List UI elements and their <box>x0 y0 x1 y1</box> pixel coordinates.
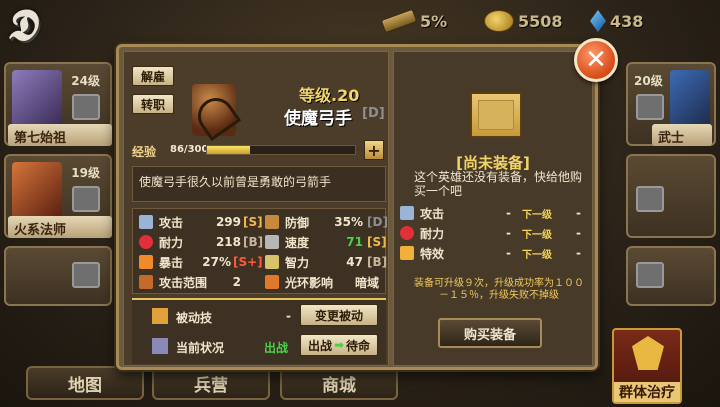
hero-name: 使魔弓手 <box>284 109 352 129</box>
boot-icon <box>265 235 279 249</box>
equipment-slot[interactable] <box>470 92 522 138</box>
status-value: 出战 <box>264 341 289 355</box>
deploy-standby-button[interactable]: 出战 ➡ 待命 <box>300 334 378 356</box>
stat-speed: 速度 71 [S] <box>265 233 387 251</box>
hero-portrait <box>12 162 62 218</box>
gold-resource: 5508 <box>484 8 563 34</box>
hero-grade: [D] <box>362 106 385 121</box>
nav-barracks[interactable]: 兵营 <box>152 366 270 400</box>
exp-bar <box>206 145 356 155</box>
hero-detail-modal: 解雇 转职 等级.20 使魔弓手 [D] 经验 86/300 + 使魔弓手很久以… <box>116 44 598 370</box>
equip-stat-effect: 特效 - 下一级 - <box>400 244 588 262</box>
exp-bar-fill <box>207 146 250 154</box>
equipment-description: 这个英雄还没有装备，快给他购买一个吧 <box>414 170 583 198</box>
add-exp-button[interactable]: + <box>364 140 384 160</box>
stat-range: 攻击范围 2 <box>139 273 259 291</box>
hero-level: 20级 <box>634 74 663 88</box>
close-icon[interactable]: ✕ <box>574 38 618 82</box>
hero-portrait <box>12 70 62 126</box>
sword-icon <box>400 206 414 220</box>
gold-coin-icon <box>484 10 514 32</box>
hero-portrait <box>670 70 710 126</box>
hero-card[interactable]: 19级 火系法师 <box>4 154 112 238</box>
aura-icon <box>265 275 279 289</box>
hero-level: 等级.20 <box>299 86 360 105</box>
stat-crit: 暴击 27% [S+] <box>139 253 269 271</box>
hero-info-panel: 解雇 转职 等级.20 使魔弓手 [D] 经验 86/300 + 使魔弓手很久以… <box>123 51 389 366</box>
scroll-percent: 5% <box>420 11 448 31</box>
stat-hp: 耐力 218 [B] <box>139 233 263 251</box>
equipment-slot-icon[interactable] <box>72 262 100 288</box>
heart-icon <box>139 235 153 249</box>
arrow-right-icon: ➡ <box>333 338 345 352</box>
empty-hero-card[interactable] <box>4 246 112 306</box>
hero-name: 武士 <box>652 124 712 146</box>
skill-panel: 被动技 - 变更被动 当前状况 出战 出战 ➡ 待命 <box>132 298 386 364</box>
equipment-slot-icon[interactable] <box>636 262 664 288</box>
stat-aura: 光环影响 暗域 <box>265 273 385 291</box>
upgrade-info: 装备可升级９次，升级成功率为１００－１５％，升级失败不掉级 <box>414 278 584 301</box>
scroll-resource: 5% <box>380 8 448 34</box>
change-passive-button[interactable]: 变更被动 <box>300 304 378 326</box>
hero-portrait <box>192 84 236 136</box>
hero-level: 24级 <box>71 74 100 88</box>
spyglass-icon <box>380 8 418 34</box>
equipment-stats: 攻击 - 下一级 - 耐力 - 下一级 - 特效 - 下一级 - <box>400 204 588 264</box>
gold-amount: 5508 <box>518 11 563 31</box>
group-heal-button[interactable]: 群体治疗 <box>612 328 682 404</box>
heart-icon <box>400 226 414 240</box>
equip-stat-attack: 攻击 - 下一级 - <box>400 204 588 222</box>
nav-shop[interactable]: 商城 <box>280 366 398 400</box>
shield-icon <box>265 215 279 229</box>
exp-label: 经验 <box>132 145 157 159</box>
hero-card[interactable]: 20级 武士 <box>626 62 716 146</box>
buy-equipment-button[interactable]: 购买装备 <box>438 318 542 348</box>
gem-amount: 438 <box>610 11 644 31</box>
gem-resource: 438 <box>590 8 643 34</box>
hero-name: 火系法师 <box>8 216 112 238</box>
status-label: 当前状况 <box>176 341 225 355</box>
lamp-icon <box>265 255 279 269</box>
stat-intel: 智力 47 [B] <box>265 253 387 271</box>
equipment-slot-icon[interactable] <box>72 94 100 120</box>
top-bar: 𝕯 5% 5508 438 <box>0 0 720 51</box>
passive-label: 被动技 <box>176 311 213 325</box>
sword-icon <box>139 215 153 229</box>
passive-value: - <box>286 309 291 323</box>
stat-defense: 防御 35% [D] <box>265 213 388 231</box>
nav-map[interactable]: 地图 <box>26 366 144 400</box>
hero-name: 第七始祖 <box>8 124 112 146</box>
stat-attack: 攻击 299 [S] <box>139 213 263 231</box>
wings-icon <box>400 246 414 260</box>
group-heal-label: 群体治疗 <box>614 382 680 402</box>
stats-panel: 攻击 299 [S] 防御 35% [D] 耐力 218 [B] 速度 71 [… <box>132 208 388 294</box>
empty-hero-card[interactable] <box>626 246 716 306</box>
equipment-slot-icon[interactable] <box>72 186 100 212</box>
empty-hero-card[interactable] <box>626 154 716 238</box>
crit-icon <box>139 255 153 269</box>
exp-value: 86/300 <box>170 144 209 155</box>
gem-icon <box>590 10 606 32</box>
hero-card[interactable]: 24级 第七始祖 <box>4 62 112 146</box>
equipment-slot-icon[interactable] <box>636 186 664 212</box>
equipment-slot-icon[interactable] <box>636 94 664 120</box>
heal-emblem-icon <box>632 336 664 370</box>
hero-level: 19级 <box>71 166 100 180</box>
equipment-panel: [尚未装备] 这个英雄还没有装备，快给他购买一个吧 攻击 - 下一级 - 耐力 … <box>393 51 593 366</box>
bow-icon <box>139 275 153 289</box>
status-icon <box>152 338 168 354</box>
hero-description: 使魔弓手很久以前曾是勇敢的弓箭手 <box>132 166 386 202</box>
equip-stat-hp: 耐力 - 下一级 - <box>400 224 588 242</box>
transfer-button[interactable]: 转职 <box>132 94 174 114</box>
dismiss-button[interactable]: 解雇 <box>132 66 174 86</box>
passive-skill-icon <box>152 308 168 324</box>
exp-row: 经验 86/300 + <box>132 140 386 160</box>
